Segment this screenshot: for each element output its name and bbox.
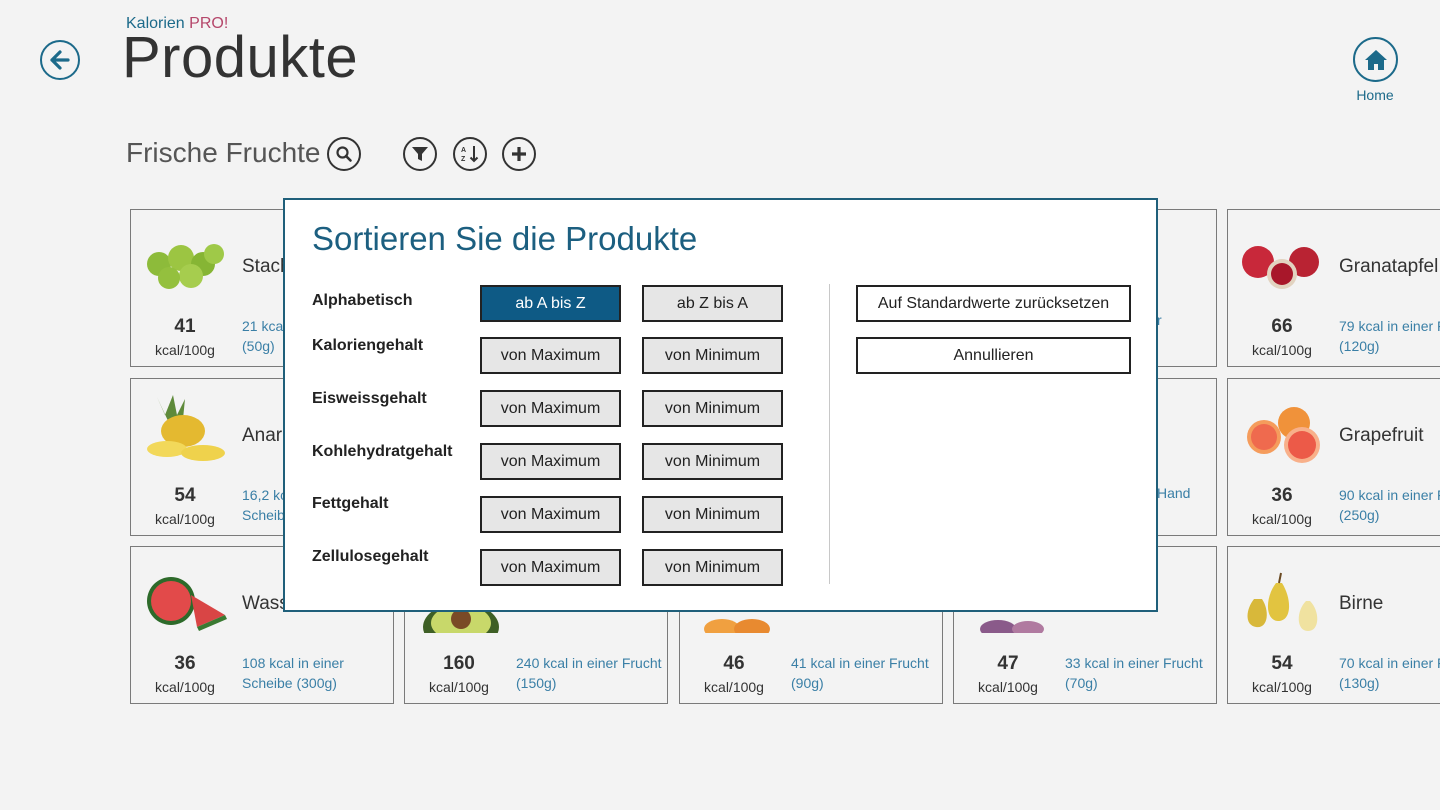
- product-unit: kcal/100g: [1252, 511, 1312, 527]
- product-kcal: 54: [174, 485, 196, 506]
- sort-fiber-max-button[interactable]: von Maximum: [480, 549, 621, 586]
- product-kcal: 47: [997, 653, 1019, 674]
- home-label: Home: [1356, 87, 1394, 103]
- pear-image: [1247, 572, 1318, 631]
- sort-label-protein: Eisweissgehalt: [312, 390, 427, 407]
- sort-calories-min-button[interactable]: von Minimum: [642, 337, 783, 374]
- product-portion: 33 kcal in einer Frucht (70g): [1065, 655, 1203, 691]
- product-unit: kcal/100g: [978, 679, 1038, 695]
- sort-icon: A Z: [461, 146, 479, 163]
- product-portion: 240 kcal in einer Frucht (150g): [516, 655, 662, 691]
- sort-protein-min-button[interactable]: von Minimum: [642, 390, 783, 427]
- product-portion: 108 kcal in einer Scheibe (300g): [242, 655, 344, 691]
- product-unit: kcal/100g: [155, 511, 215, 527]
- pineapple-image: [147, 395, 225, 461]
- search-button[interactable]: [327, 137, 361, 171]
- search-icon: [336, 146, 352, 162]
- pomegranate-image: [1242, 246, 1319, 289]
- sort-carbs-min-button[interactable]: von Minimum: [642, 443, 783, 480]
- sort-label-carbs: Kohlehydratgehalt: [312, 443, 453, 460]
- cancel-button[interactable]: Annullieren: [856, 337, 1131, 374]
- product-card[interactable]: Birne 54 kcal/100g 70 kcal in einer F (13…: [1227, 546, 1440, 704]
- product-name: Wass: [242, 593, 289, 614]
- sort-label-fat: Fettgehalt: [312, 495, 389, 512]
- product-unit: kcal/100g: [704, 679, 764, 695]
- sort-calories-max-button[interactable]: von Maximum: [480, 337, 621, 374]
- svg-text:Z: Z: [461, 156, 466, 163]
- product-unit: kcal/100g: [1252, 679, 1312, 695]
- product-kcal: 54: [1271, 653, 1293, 674]
- product-kcal: 41: [174, 316, 196, 337]
- sort-z-to-a-button[interactable]: ab Z bis A: [642, 285, 783, 322]
- sort-label-alphabetical: Alphabetisch: [312, 292, 413, 309]
- sort-protein-max-button[interactable]: von Maximum: [480, 390, 621, 427]
- product-kcal: 36: [1271, 485, 1293, 506]
- sort-a-to-z-button[interactable]: ab A bis Z: [480, 285, 621, 322]
- sort-fat-max-button[interactable]: von Maximum: [480, 496, 621, 533]
- product-portion: 90 kcal in einer F (250g): [1339, 487, 1440, 523]
- product-unit: kcal/100g: [155, 342, 215, 358]
- product-kcal: 66: [1271, 316, 1293, 337]
- sort-fiber-min-button[interactable]: von Minimum: [642, 549, 783, 586]
- dialog-divider: [829, 284, 830, 584]
- filter-button[interactable]: [403, 137, 437, 171]
- product-card[interactable]: Granatapfel 66 kcal/100g 79 kcal in eine…: [1227, 209, 1440, 367]
- svg-text:A: A: [461, 147, 466, 154]
- product-unit: kcal/100g: [155, 679, 215, 695]
- sort-fat-min-button[interactable]: von Minimum: [642, 496, 783, 533]
- sort-label-calories: Kaloriengehalt: [312, 337, 424, 354]
- product-kcal: 160: [443, 653, 475, 674]
- grapefruit-image: [1247, 407, 1320, 463]
- product-kcal: 46: [723, 653, 745, 674]
- sort-button[interactable]: A Z: [453, 137, 487, 171]
- watermelon-image: [147, 577, 227, 631]
- filter-icon: [412, 147, 428, 161]
- product-unit: kcal/100g: [429, 679, 489, 695]
- product-name: Birne: [1339, 593, 1384, 614]
- sort-label-fiber: Zellulosegehalt: [312, 548, 429, 565]
- product-name: Anar: [242, 425, 283, 446]
- gooseberry-image: [147, 244, 224, 289]
- home-button[interactable]: [1353, 37, 1398, 82]
- page-title: Produkte: [122, 25, 359, 90]
- product-unit: kcal/100g: [1252, 342, 1312, 358]
- product-portion-peek: Hand: [1157, 485, 1191, 501]
- product-portion: 79 kcal in einer F (120g): [1339, 318, 1440, 354]
- product-kcal: 36: [174, 653, 196, 674]
- product-portion-peek: r: [1157, 312, 1162, 328]
- product-card[interactable]: Grapefruit 36 kcal/100g 90 kcal in einer…: [1227, 378, 1440, 536]
- product-portion: 41 kcal in einer Frucht (90g): [791, 655, 929, 691]
- product-portion: 70 kcal in einer F (130g): [1339, 655, 1440, 691]
- plus-icon: [512, 147, 526, 161]
- reset-defaults-button[interactable]: Auf Standardwerte zurücksetzen: [856, 285, 1131, 322]
- category-title: Frische Fruchte: [126, 137, 321, 168]
- sort-carbs-max-button[interactable]: von Maximum: [480, 443, 621, 480]
- product-name: Grapefruit: [1339, 425, 1424, 446]
- sort-dialog: Sortieren Sie die Produkte Alphabetisch …: [283, 198, 1158, 612]
- back-button[interactable]: [40, 40, 80, 80]
- arrow-left-icon: [50, 50, 70, 70]
- product-name: Granatapfel: [1339, 256, 1439, 277]
- add-button[interactable]: [502, 137, 536, 171]
- sort-dialog-title: Sortieren Sie die Produkte: [312, 220, 698, 257]
- home-icon: [1364, 49, 1387, 70]
